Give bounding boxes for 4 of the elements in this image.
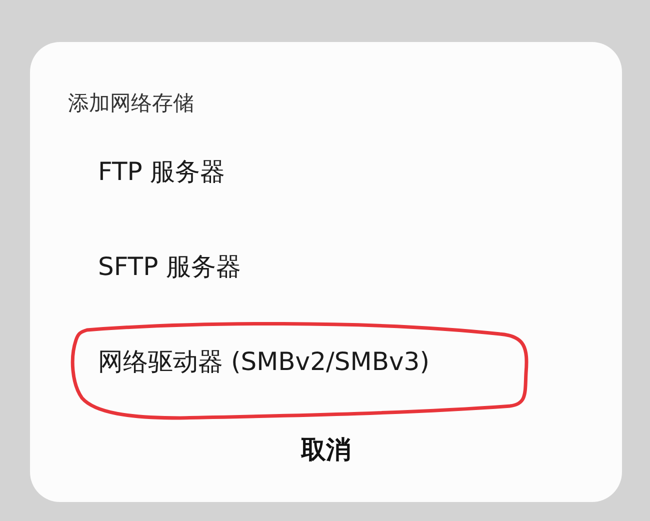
menu-option[interactable]: SFTP 服务器	[98, 250, 242, 283]
dialog-title: 添加网络存储	[67, 90, 195, 117]
menu-option[interactable]: FTP 服务器	[98, 155, 226, 188]
cancel-button[interactable]: 取消	[281, 425, 371, 474]
